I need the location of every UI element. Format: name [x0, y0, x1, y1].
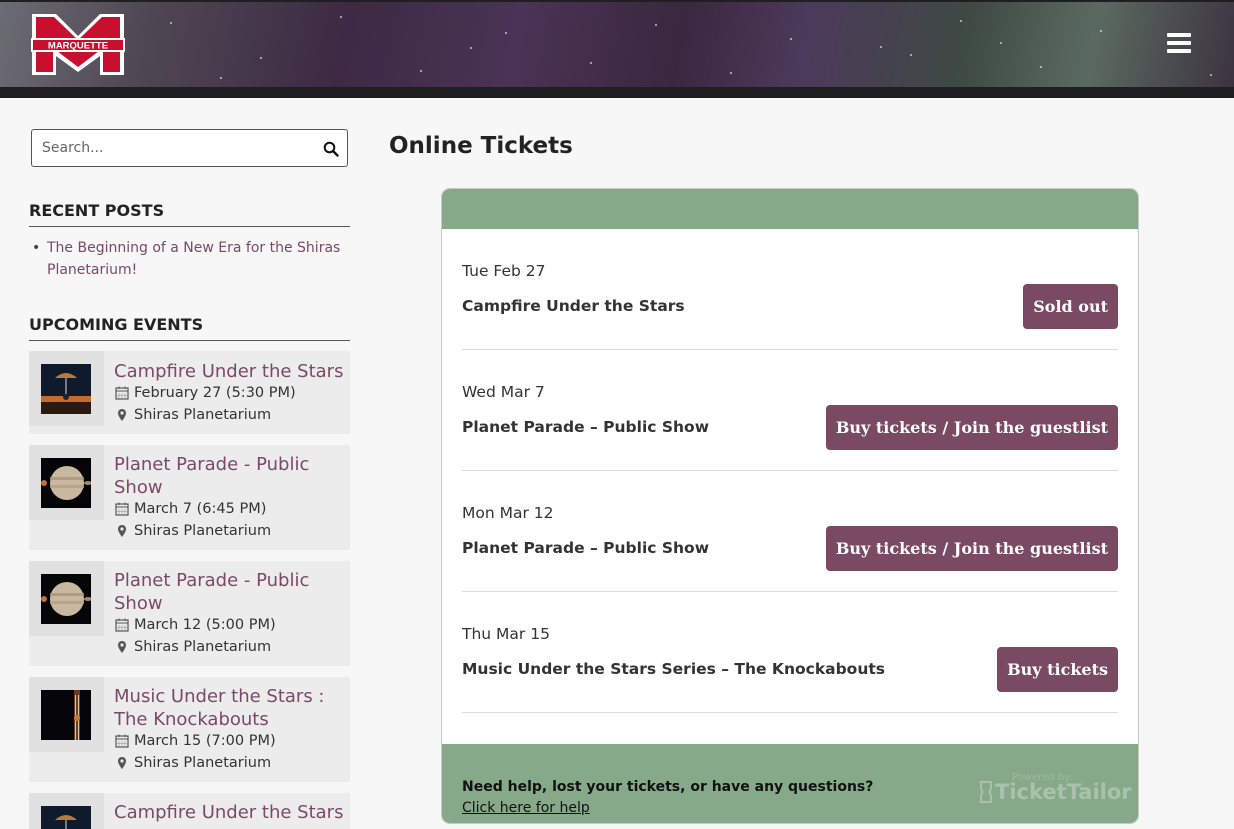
ticket-date: Mon Mar 12 [462, 504, 554, 522]
ticket-event-name: Music Under the Stars Series – The Knock… [462, 660, 885, 678]
ticket-event-name: Planet Parade – Public Show [462, 418, 710, 436]
ticket-row: Wed Mar 7 Planet Parade – Public Show Bu… [462, 350, 1118, 471]
event-card[interactable]: Planet Parade - Public Show March 12 (5:… [29, 561, 350, 666]
sold-out-button[interactable]: Sold out [1023, 284, 1118, 329]
map-pin-icon [118, 757, 126, 769]
tickettailor-logo[interactable]: TicketTailor [979, 780, 1132, 804]
event-title[interactable]: Planet Parade - Public Show [114, 453, 344, 499]
ticket-date: Wed Mar 7 [462, 383, 545, 401]
event-date-text: February 27 (5:30 PM) [134, 385, 296, 401]
event-title[interactable]: Campfire Under the Stars [114, 801, 344, 824]
header-banner [0, 2, 1234, 87]
marquette-logo[interactable]: MARQUETTE [30, 12, 126, 77]
map-pin-icon [118, 525, 126, 537]
event-date-text: March 15 (7:00 PM) [134, 733, 276, 749]
event-title[interactable]: Campfire Under the Stars [114, 360, 344, 383]
event-card[interactable]: Campfire Under the Stars [29, 793, 350, 829]
event-location: Shiras Planetarium [115, 523, 271, 539]
hamburger-menu-icon[interactable] [1167, 33, 1191, 53]
widget-footer: Need help, lost your tickets, or have an… [442, 744, 1138, 823]
event-date: March 15 (7:00 PM) [115, 733, 276, 749]
buy-tickets-button[interactable]: Buy tickets / Join the guestlist [825, 405, 1118, 450]
map-pin-icon [118, 641, 126, 653]
search-input[interactable] [32, 130, 302, 166]
event-location-text: Shiras Planetarium [134, 755, 272, 771]
page-title: Online Tickets [389, 133, 573, 159]
event-location: Shiras Planetarium [115, 407, 271, 423]
event-card[interactable]: Planet Parade - Public Show March 7 (6:4… [29, 445, 350, 550]
calendar-icon [115, 502, 129, 516]
tickettailor-brand-text: TicketTailor [995, 780, 1132, 804]
event-location-text: Shiras Planetarium [134, 407, 272, 423]
upcoming-events-heading: UPCOMING EVENTS [29, 315, 350, 341]
event-thumbnail-frame [29, 677, 104, 752]
ticket-date: Tue Feb 27 [462, 262, 546, 280]
event-thumbnail-frame [29, 445, 104, 520]
ticket-widget: Tue Feb 27 Campfire Under the Stars Sold… [441, 188, 1139, 824]
event-date-text: March 7 (6:45 PM) [134, 501, 267, 517]
buy-tickets-button[interactable]: Buy tickets [997, 647, 1118, 692]
ticket-icon [980, 781, 992, 803]
help-link[interactable]: Click here for help [462, 800, 590, 816]
recent-posts-heading: RECENT POSTS [29, 201, 350, 227]
ticket-row: Mon Mar 12 Planet Parade – Public Show B… [462, 471, 1118, 592]
logo-text: MARQUETTE [48, 41, 108, 52]
event-card[interactable]: Music Under the Stars : The Knockabouts … [29, 677, 350, 782]
event-thumbnail-campfire [41, 806, 91, 829]
event-title[interactable]: Music Under the Stars : The Knockabouts [114, 685, 344, 731]
calendar-icon [115, 386, 129, 400]
event-location-text: Shiras Planetarium [134, 523, 272, 539]
calendar-icon [115, 734, 129, 748]
event-card[interactable]: Campfire Under the Stars February 27 (5:… [29, 351, 350, 434]
event-thumbnail-frame [29, 793, 104, 829]
site-header: MARQUETTE [0, 0, 1234, 98]
event-thumbnail-frame [29, 561, 104, 636]
search-box [31, 129, 348, 167]
event-location: Shiras Planetarium [115, 639, 271, 655]
event-thumbnail-frame [29, 351, 104, 426]
event-location-text: Shiras Planetarium [134, 639, 272, 655]
event-thumbnail-campfire [41, 364, 91, 414]
recent-posts-list: The Beginning of a New Era for the Shira… [29, 237, 350, 281]
ticket-row: Thu Mar 15 Music Under the Stars Series … [462, 592, 1118, 713]
event-date: March 7 (6:45 PM) [115, 501, 266, 517]
ticket-event-name: Planet Parade – Public Show [462, 539, 710, 557]
ticket-date: Thu Mar 15 [462, 625, 550, 643]
ticket-event-name: Campfire Under the Stars [462, 297, 685, 315]
event-title[interactable]: Planet Parade - Public Show [114, 569, 344, 615]
event-date: March 12 (5:00 PM) [115, 617, 276, 633]
event-thumbnail-planets [41, 458, 91, 508]
map-pin-icon [118, 409, 126, 421]
event-thumbnail-planets [41, 574, 91, 624]
buy-tickets-button[interactable]: Buy tickets / Join the guestlist [825, 526, 1118, 571]
widget-top-bar [442, 189, 1138, 229]
recent-post-link[interactable]: The Beginning of a New Era for the Shira… [29, 237, 350, 281]
calendar-icon [115, 618, 129, 632]
event-thumbnail-guitar [41, 690, 91, 740]
help-question: Need help, lost your tickets, or have an… [462, 779, 874, 795]
event-date: February 27 (5:30 PM) [115, 385, 296, 401]
search-icon[interactable] [323, 141, 339, 157]
event-date-text: March 12 (5:00 PM) [134, 617, 276, 633]
event-location: Shiras Planetarium [115, 755, 271, 771]
ticket-row: Tue Feb 27 Campfire Under the Stars Sold… [462, 229, 1118, 350]
